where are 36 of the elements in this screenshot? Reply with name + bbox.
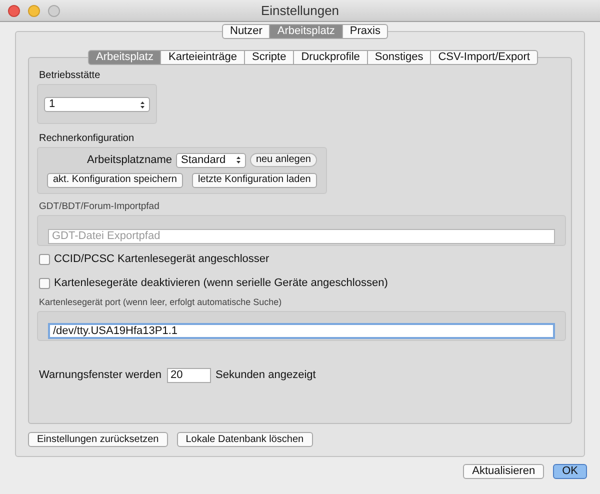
tab[interactable]: Nutzer — [222, 24, 270, 39]
tab[interactable]: CSV-Import/Export — [431, 50, 538, 65]
minimize-icon[interactable] — [28, 5, 40, 17]
group-label: GDT/BDT/Forum-Importpfad — [39, 200, 160, 214]
field-label: Arbeitsplatzname — [87, 153, 172, 168]
panel-button[interactable]: Lokale Datenbank löschen — [176, 432, 313, 447]
dialog-button[interactable]: Aktualisieren — [463, 464, 544, 479]
checkbox-label: CCID/PCSC Kartenlesegerät angeschlosser — [54, 252, 270, 268]
tab[interactable]: Sonstiges — [368, 50, 432, 65]
tab[interactable]: Karteieinträge — [161, 50, 245, 65]
port-field[interactable]: /dev/tty.USA19Hfa13P1.1 — [48, 323, 555, 339]
tab[interactable]: Scripte — [244, 50, 294, 65]
field-label: Sekunden angezeigt — [216, 368, 316, 383]
stepper-icon — [236, 156, 241, 164]
tab[interactable]: Druckprofile — [294, 50, 368, 65]
field-label: Warnungsfenster werden — [39, 368, 162, 383]
group-label: Rechnerkonfiguration — [39, 132, 136, 146]
select-field[interactable]: Standard — [176, 152, 246, 168]
new-button[interactable]: neu anlegen — [250, 153, 317, 168]
panel-button[interactable]: Einstellungen zurücksetzen — [28, 432, 168, 447]
stepper-icon — [140, 100, 145, 108]
checkbox-label: Kartenlesegeräte deaktivieren (wenn serielle Geräte angeschlossen) — [54, 276, 388, 291]
select-field[interactable]: 1 — [44, 97, 150, 112]
group-label: Betriebsstätte — [39, 69, 102, 83]
zoom-icon[interactable] — [48, 5, 60, 17]
import-path-field[interactable]: GDT-Datei Exportpfad — [48, 229, 555, 244]
window-title: Einstellungen — [260, 2, 340, 20]
dialog-button[interactable]: OK — [553, 464, 587, 479]
checkbox[interactable] — [39, 254, 50, 265]
load-config-button[interactable]: letzte Konfiguration laden — [192, 172, 317, 188]
close-icon[interactable] — [8, 5, 20, 17]
group-label: Kartenlesegerät port (wenn leer, erfolgt automatische Suche) — [39, 296, 283, 310]
seconds-field[interactable]: 20 — [166, 368, 210, 382]
checkbox[interactable] — [39, 278, 50, 288]
save-config-button[interactable]: akt. Konfiguration speichern — [47, 172, 183, 188]
tab[interactable]: Praxis — [342, 24, 388, 39]
